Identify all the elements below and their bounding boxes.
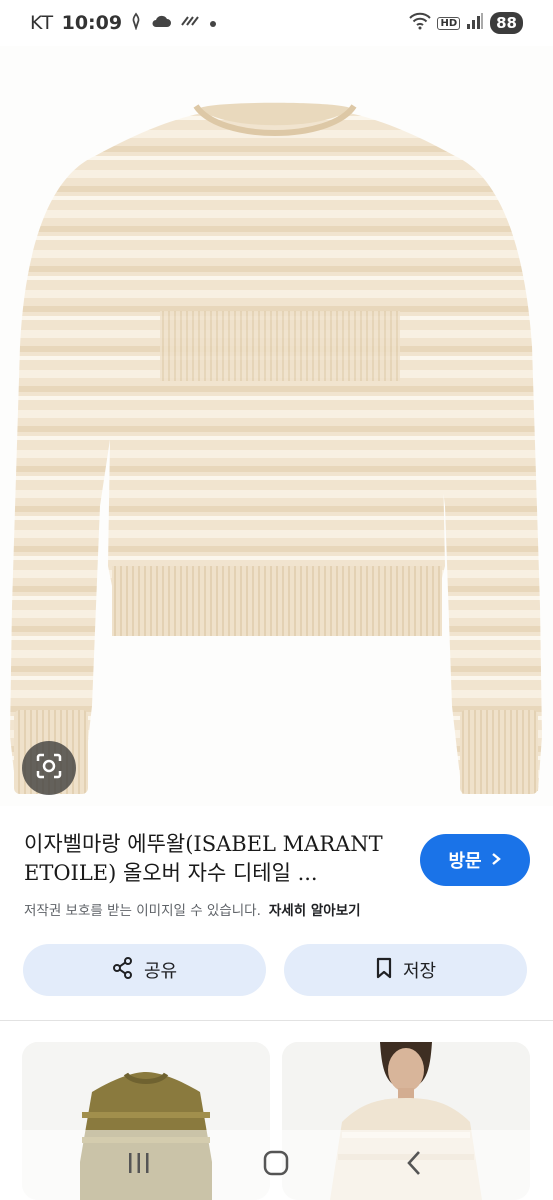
home-button[interactable] xyxy=(246,1140,306,1190)
divider xyxy=(0,1020,553,1021)
visit-label: 방문 xyxy=(448,851,482,872)
lens-button[interactable] xyxy=(22,741,76,795)
result-title[interactable]: 이자벨마랑 에뚜왈(ISABEL MARANT ETOILE) 올오버 자수 디… xyxy=(24,830,404,888)
system-nav-bar xyxy=(0,1130,553,1200)
back-icon xyxy=(405,1150,423,1180)
status-bar: KT 10:09 HD 88 xyxy=(0,0,553,46)
dot-icon xyxy=(208,12,218,34)
clock: 10:09 xyxy=(61,12,123,34)
sweater-illustration xyxy=(10,102,542,794)
copyright-text: 저작권 보호를 받는 이미지일 수 있습니다. xyxy=(24,903,261,919)
recents-icon xyxy=(126,1151,152,1179)
notification-icon xyxy=(130,11,142,35)
share-button[interactable]: 공유 xyxy=(23,944,266,996)
status-left: KT 10:09 xyxy=(30,11,218,35)
share-icon xyxy=(112,956,134,984)
product-image[interactable] xyxy=(0,46,553,806)
hd-badge: HD xyxy=(437,16,461,30)
back-button[interactable] xyxy=(384,1140,444,1190)
lens-icon xyxy=(35,752,63,784)
bookmark-icon xyxy=(375,957,393,984)
carrier-label: KT xyxy=(30,12,54,34)
wifi-icon xyxy=(409,12,432,35)
battery-indicator: 88 xyxy=(490,12,523,34)
share-label: 공유 xyxy=(143,961,178,982)
save-label: 저장 xyxy=(402,961,437,982)
learn-more-link[interactable]: 자세히 알아보기 xyxy=(269,903,361,919)
copyright-notice: 저작권 보호를 받는 이미지일 수 있습니다. 자세히 알아보기 xyxy=(24,899,361,919)
recents-button[interactable] xyxy=(109,1140,169,1190)
home-icon xyxy=(263,1150,289,1180)
no-sync-icon xyxy=(180,12,200,34)
chevron-right-icon xyxy=(490,850,502,871)
cloud-icon xyxy=(150,12,172,34)
visit-button[interactable]: 방문 xyxy=(420,834,530,886)
save-button[interactable]: 저장 xyxy=(284,944,527,996)
status-right: HD 88 xyxy=(409,12,523,35)
signal-icon xyxy=(466,12,484,35)
